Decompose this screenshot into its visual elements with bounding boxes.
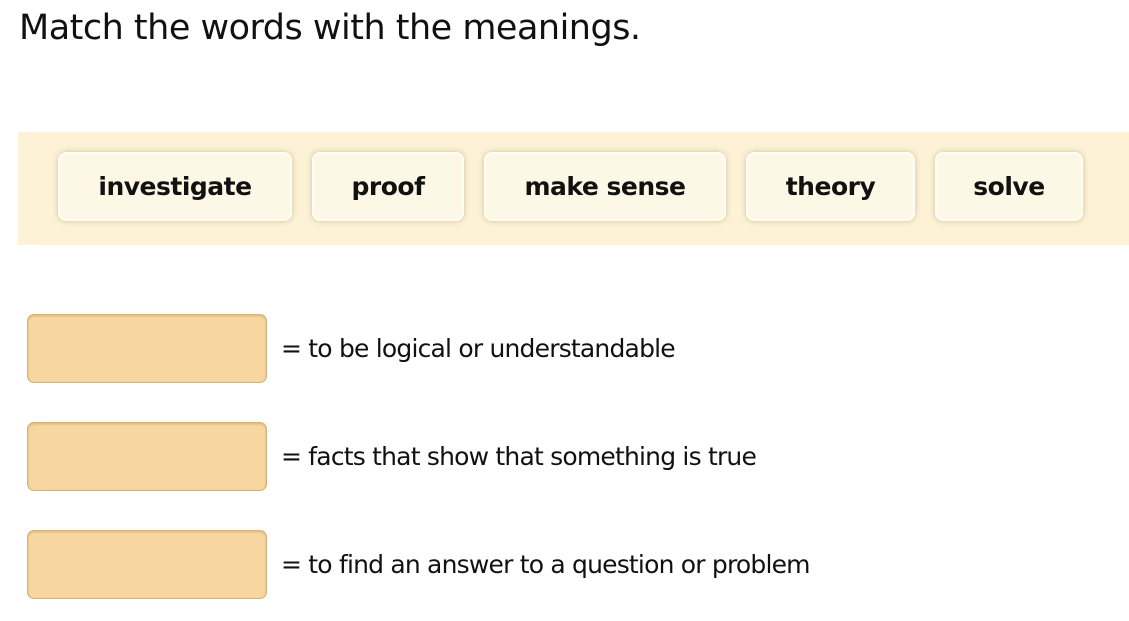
word-chip-proof[interactable]: proof [312,152,464,221]
instruction-heading: Match the words with the meanings. [19,8,641,48]
word-chip-make-sense[interactable]: make sense [484,152,726,221]
meaning-row: = facts that show that something is true [27,422,1027,492]
word-chip-investigate[interactable]: investigate [58,152,292,221]
answer-drop-slot[interactable] [27,314,267,383]
meaning-text: = to find an answer to a question or pro… [281,550,811,579]
meaning-text: = to be logical or understandable [281,334,676,363]
answer-drop-slot[interactable] [27,422,267,491]
word-bank: investigate proof make sense theory solv… [18,132,1129,245]
answer-drop-slot[interactable] [27,530,267,599]
meaning-row: = to be logical or understandable [27,314,1027,384]
meaning-row: = to find an answer to a question or pro… [27,530,1027,600]
word-chip-theory[interactable]: theory [746,152,915,221]
meaning-text: = facts that show that something is true [281,442,757,471]
word-chip-solve[interactable]: solve [935,152,1083,221]
